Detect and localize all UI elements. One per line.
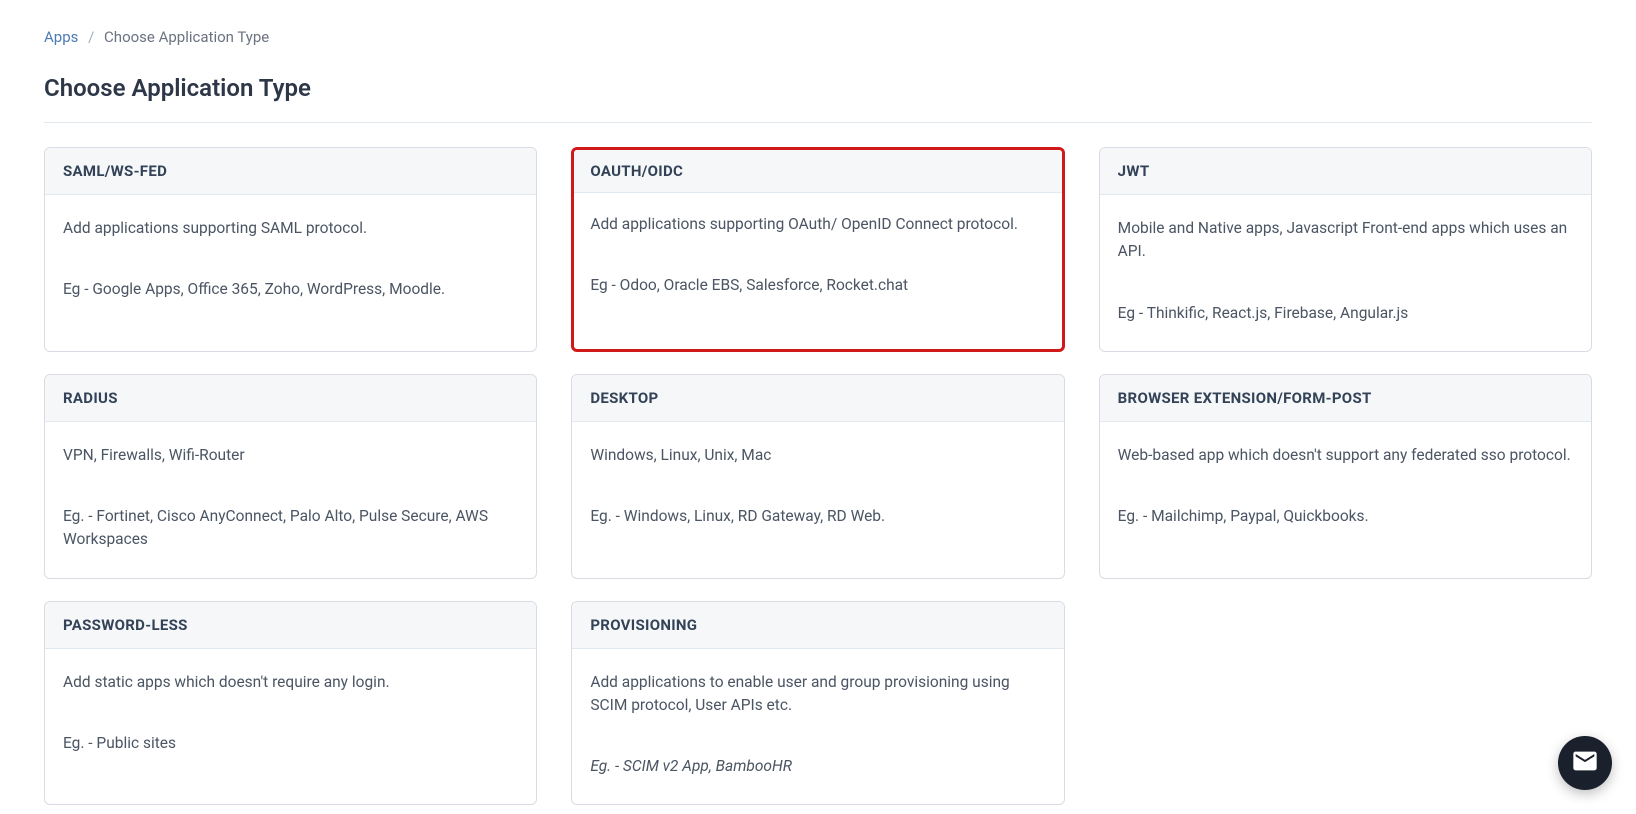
- card-header: DESKTOP: [572, 375, 1063, 422]
- app-type-card[interactable]: JWT Mobile and Native apps, Javascript Fr…: [1099, 147, 1592, 352]
- breadcrumb-parent-link[interactable]: Apps: [44, 28, 78, 46]
- card-examples: Eg. - SCIM v2 App, BambooHR: [590, 755, 1045, 778]
- card-description: Add applications supporting SAML protoco…: [63, 217, 518, 240]
- card-title: OAUTH/OIDC: [590, 162, 1045, 180]
- chat-widget-button[interactable]: [1558, 736, 1612, 790]
- card-body: Add applications to enable user and grou…: [572, 649, 1063, 805]
- card-body: Web-based app which doesn't support any …: [1100, 422, 1591, 555]
- app-type-card[interactable]: PASSWORD-LESS Add static apps which doesn…: [44, 601, 537, 806]
- card-title: DESKTOP: [590, 389, 1045, 407]
- breadcrumb-current: Choose Application Type: [104, 28, 269, 46]
- card-body: Mobile and Native apps, Javascript Front…: [1100, 195, 1591, 351]
- divider: [44, 122, 1592, 123]
- card-header: JWT: [1100, 148, 1591, 195]
- app-type-card[interactable]: SAML/WS-FED Add applications supporting S…: [44, 147, 537, 352]
- card-title: RADIUS: [63, 389, 518, 407]
- card-title: PROVISIONING: [590, 616, 1045, 634]
- card-header: OAUTH/OIDC: [574, 150, 1061, 193]
- card-header: BROWSER EXTENSION/FORM-POST: [1100, 375, 1591, 422]
- card-body: Windows, Linux, Unix, Mac Eg. - Windows, …: [572, 422, 1063, 555]
- card-description: Web-based app which doesn't support any …: [1118, 444, 1573, 467]
- card-description: Add applications to enable user and grou…: [590, 671, 1045, 718]
- card-title: BROWSER EXTENSION/FORM-POST: [1118, 389, 1573, 407]
- card-examples: Eg. - Public sites: [63, 732, 518, 755]
- card-examples: Eg - Google Apps, Office 365, Zoho, Word…: [63, 278, 518, 301]
- app-type-card[interactable]: OAUTH/OIDC Add applications supporting OA…: [571, 147, 1064, 352]
- card-header: SAML/WS-FED: [45, 148, 536, 195]
- card-description: Add static apps which doesn't require an…: [63, 671, 518, 694]
- card-examples: Eg. - Mailchimp, Paypal, Quickbooks.: [1118, 505, 1573, 528]
- card-examples: Eg - Thinkific, React.js, Firebase, Angu…: [1118, 302, 1573, 325]
- card-body: Add applications supporting OAuth/ OpenI…: [574, 193, 1061, 322]
- card-description: VPN, Firewalls, Wifi-Router: [63, 444, 518, 467]
- card-title: JWT: [1118, 162, 1573, 180]
- card-header: PASSWORD-LESS: [45, 602, 536, 649]
- card-description: Add applications supporting OAuth/ OpenI…: [590, 213, 1045, 236]
- card-description: Windows, Linux, Unix, Mac: [590, 444, 1045, 467]
- card-title: SAML/WS-FED: [63, 162, 518, 180]
- app-type-card[interactable]: BROWSER EXTENSION/FORM-POST Web-based app…: [1099, 374, 1592, 579]
- app-type-card[interactable]: PROVISIONING Add applications to enable u…: [571, 601, 1064, 806]
- app-type-grid: SAML/WS-FED Add applications supporting S…: [44, 147, 1592, 805]
- card-header: PROVISIONING: [572, 602, 1063, 649]
- card-examples: Eg. - Windows, Linux, RD Gateway, RD Web…: [590, 505, 1045, 528]
- card-body: Add applications supporting SAML protoco…: [45, 195, 536, 328]
- breadcrumb: Apps / Choose Application Type: [44, 28, 1592, 46]
- app-type-card[interactable]: RADIUS VPN, Firewalls, Wifi-Router Eg. - F…: [44, 374, 537, 579]
- page-title: Choose Application Type: [44, 74, 1592, 102]
- card-body: VPN, Firewalls, Wifi-Router Eg. - Fortine…: [45, 422, 536, 578]
- card-title: PASSWORD-LESS: [63, 616, 518, 634]
- card-body: Add static apps which doesn't require an…: [45, 649, 536, 782]
- card-header: RADIUS: [45, 375, 536, 422]
- breadcrumb-separator: /: [88, 28, 94, 46]
- card-examples: Eg. - Fortinet, Cisco AnyConnect, Palo A…: [63, 505, 518, 552]
- card-description: Mobile and Native apps, Javascript Front…: [1118, 217, 1573, 264]
- card-examples: Eg - Odoo, Oracle EBS, Salesforce, Rocke…: [590, 274, 1045, 297]
- mail-icon: [1571, 747, 1599, 779]
- app-type-card[interactable]: DESKTOP Windows, Linux, Unix, Mac Eg. - Wi…: [571, 374, 1064, 579]
